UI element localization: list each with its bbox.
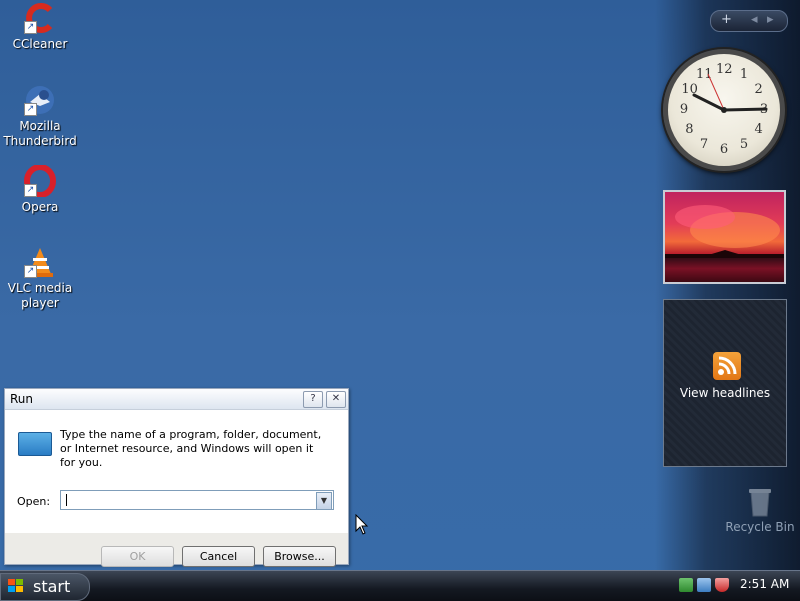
close-button[interactable]: ✕ <box>326 391 346 408</box>
view-headlines-link[interactable]: View headlines <box>664 386 786 400</box>
desktop-icon-label: CCleaner <box>12 37 68 51</box>
ok-button[interactable]: OK <box>101 546 174 567</box>
desktop-icon-label: Opera <box>21 200 59 214</box>
recycle-bin-icon <box>749 489 771 517</box>
opera-icon: ↗ <box>24 164 56 198</box>
thunderbird-icon: ↗ <box>24 84 56 116</box>
desktop-icon-recycle-bin[interactable]: Recycle Bin <box>725 486 795 534</box>
security-center-icon[interactable] <box>697 578 711 592</box>
taskbar: start 2:51 AM <box>0 570 800 601</box>
run-dialog-body: Type the name of a program, folder, docu… <box>5 410 348 567</box>
feed-headlines-gadget[interactable]: View headlines <box>663 299 787 467</box>
clock-hands <box>692 73 768 113</box>
prev-gadget-button[interactable]: ◂ <box>751 12 758 27</box>
run-icon <box>18 432 52 456</box>
browse-button[interactable]: Browse... <box>263 546 336 567</box>
rss-icon <box>713 352 741 380</box>
sunset-image <box>665 205 784 258</box>
mouse-cursor-icon <box>355 514 369 535</box>
text-caret <box>66 494 67 506</box>
desktop-icon-opera[interactable]: ↗ Opera <box>0 164 80 215</box>
run-dialog-title: Run <box>10 392 34 406</box>
desktop-icon-thunderbird[interactable]: ↗ Mozilla Thunderbird <box>0 84 80 149</box>
slideshow-gadget[interactable] <box>663 190 786 284</box>
start-button[interactable]: start <box>0 573 90 601</box>
run-dialog: Run ? ✕ Type the name of a program, fold… <box>4 388 349 567</box>
sidebar-controls: + ◂ ▸ <box>710 10 788 32</box>
vlc-cone-icon: ↗ <box>24 246 56 278</box>
desktop-icon-label: Mozilla Thunderbird <box>3 119 77 148</box>
system-tray: 2:51 AM <box>676 574 800 598</box>
cancel-button[interactable]: Cancel <box>182 546 255 567</box>
help-button[interactable]: ? <box>303 391 323 408</box>
desktop-icon-label: VLC media player <box>7 281 73 310</box>
clock-gadget[interactable]: 121234567891011 <box>663 49 785 171</box>
run-description: Type the name of a program, folder, docu… <box>60 428 322 469</box>
start-label: start <box>33 577 71 596</box>
windows-logo-icon <box>8 579 24 594</box>
run-dialog-titlebar[interactable] <box>5 389 348 410</box>
add-gadget-button[interactable]: + <box>721 12 732 27</box>
ccleaner-icon: ↗ <box>24 2 56 34</box>
chevron-down-icon[interactable]: ▼ <box>316 492 332 510</box>
shield-icon[interactable] <box>715 578 729 592</box>
network-icon[interactable] <box>679 578 693 592</box>
desktop-icon-vlc[interactable]: ↗ VLC media player <box>0 246 80 311</box>
desktop-icon-ccleaner[interactable]: ↗ CCleaner <box>0 2 80 52</box>
next-gadget-button[interactable]: ▸ <box>767 12 774 27</box>
desktop-icon-label: Recycle Bin <box>725 520 795 534</box>
open-input[interactable]: ▼ <box>60 490 334 510</box>
open-label: Open: <box>17 495 51 508</box>
taskbar-clock[interactable]: 2:51 AM <box>740 577 789 591</box>
